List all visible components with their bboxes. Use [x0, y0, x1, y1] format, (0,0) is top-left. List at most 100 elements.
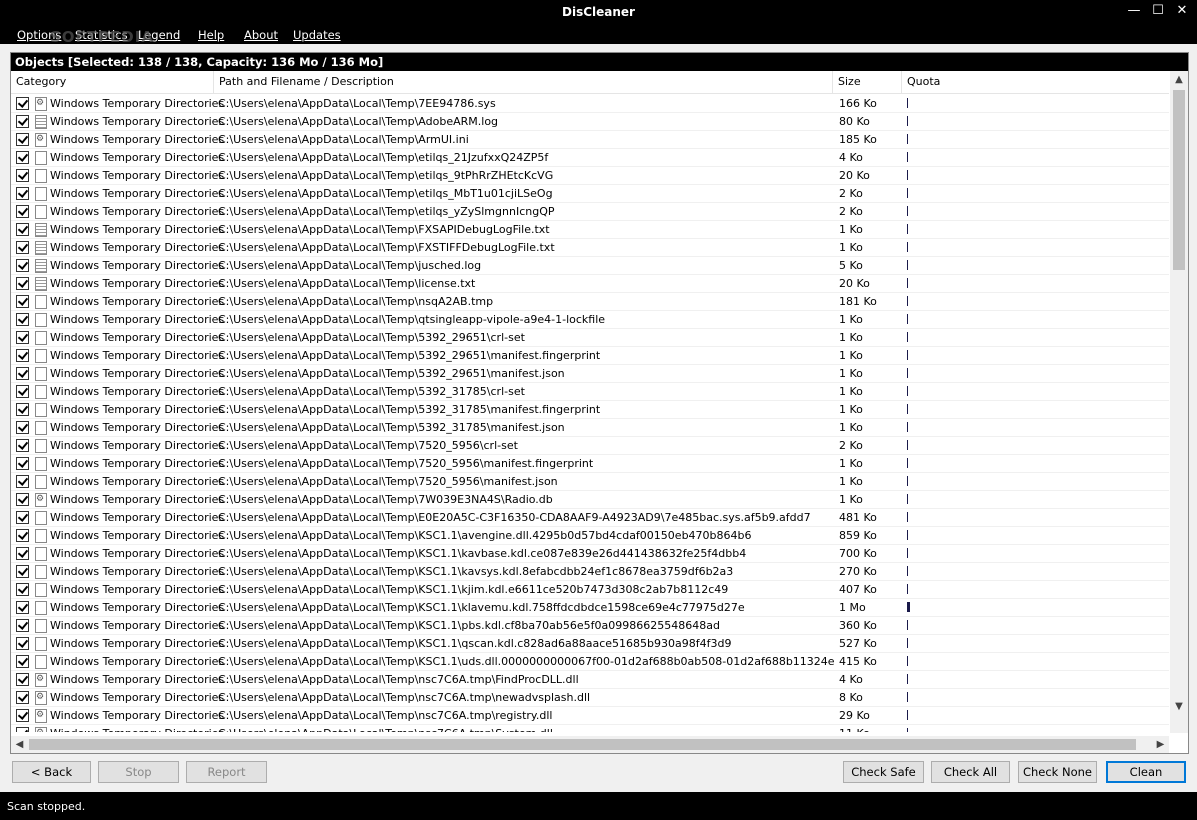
minimize-icon[interactable]: —: [1127, 3, 1141, 18]
title-bar: DisCleaner — ☐ ✕: [0, 0, 1197, 26]
table-row[interactable]: Windows Temporary DirectoriesC:\Users\el…: [11, 599, 1169, 617]
row-checkbox[interactable]: [16, 115, 29, 128]
row-checkbox[interactable]: [16, 403, 29, 416]
close-icon[interactable]: ✕: [1175, 3, 1189, 18]
table-row[interactable]: Windows Temporary DirectoriesC:\Users\el…: [11, 401, 1169, 419]
row-checkbox[interactable]: [16, 367, 29, 380]
table-row[interactable]: Windows Temporary DirectoriesC:\Users\el…: [11, 635, 1169, 653]
row-checkbox[interactable]: [16, 421, 29, 434]
table-row[interactable]: Windows Temporary DirectoriesC:\Users\el…: [11, 563, 1169, 581]
back-button[interactable]: < Back: [12, 761, 91, 783]
menu-help[interactable]: Help: [198, 28, 224, 42]
table-row[interactable]: Windows Temporary DirectoriesC:\Users\el…: [11, 545, 1169, 563]
table-row[interactable]: Windows Temporary DirectoriesC:\Users\el…: [11, 509, 1169, 527]
vertical-scrollbar[interactable]: ▲ ▼: [1170, 71, 1188, 733]
row-checkbox[interactable]: [16, 97, 29, 110]
row-checkbox[interactable]: [16, 187, 29, 200]
check-safe-button[interactable]: Check Safe: [843, 761, 924, 783]
table-row[interactable]: Windows Temporary DirectoriesC:\Users\el…: [11, 653, 1169, 671]
table-row[interactable]: Windows Temporary DirectoriesC:\Users\el…: [11, 581, 1169, 599]
table-row[interactable]: Windows Temporary DirectoriesC:\Users\el…: [11, 239, 1169, 257]
row-checkbox[interactable]: [16, 223, 29, 236]
row-checkbox[interactable]: [16, 583, 29, 596]
table-row[interactable]: Windows Temporary DirectoriesC:\Users\el…: [11, 131, 1169, 149]
row-checkbox[interactable]: [16, 475, 29, 488]
table-row[interactable]: Windows Temporary DirectoriesC:\Users\el…: [11, 617, 1169, 635]
row-checkbox[interactable]: [16, 511, 29, 524]
row-checkbox[interactable]: [16, 439, 29, 452]
row-checkbox[interactable]: [16, 331, 29, 344]
menu-about[interactable]: About: [244, 28, 278, 42]
report-button[interactable]: Report: [186, 761, 267, 783]
row-checkbox[interactable]: [16, 565, 29, 578]
table-row[interactable]: Windows Temporary DirectoriesC:\Users\el…: [11, 455, 1169, 473]
horizontal-scroll-thumb[interactable]: [29, 739, 1136, 750]
table-row[interactable]: Windows Temporary DirectoriesC:\Users\el…: [11, 113, 1169, 131]
column-path[interactable]: Path and Filename / Description: [214, 71, 833, 93]
table-row[interactable]: Windows Temporary DirectoriesC:\Users\el…: [11, 527, 1169, 545]
row-checkbox[interactable]: [16, 637, 29, 650]
table-row[interactable]: Windows Temporary DirectoriesC:\Users\el…: [11, 257, 1169, 275]
scroll-right-icon[interactable]: ▶: [1152, 736, 1169, 753]
check-none-button[interactable]: Check None: [1018, 761, 1097, 783]
file-icon: [35, 511, 47, 525]
table-row[interactable]: Windows Temporary DirectoriesC:\Users\el…: [11, 149, 1169, 167]
row-checkbox[interactable]: [16, 673, 29, 686]
column-size[interactable]: Size: [833, 71, 902, 93]
table-row[interactable]: Windows Temporary DirectoriesC:\Users\el…: [11, 725, 1169, 732]
row-checkbox[interactable]: [16, 619, 29, 632]
column-category[interactable]: Category: [11, 71, 214, 93]
row-checkbox[interactable]: [16, 313, 29, 326]
table-row[interactable]: Windows Temporary DirectoriesC:\Users\el…: [11, 347, 1169, 365]
row-checkbox[interactable]: [16, 691, 29, 704]
table-row[interactable]: Windows Temporary DirectoriesC:\Users\el…: [11, 419, 1169, 437]
clean-button[interactable]: Clean: [1106, 761, 1186, 783]
maximize-icon[interactable]: ☐: [1151, 3, 1165, 18]
row-checkbox[interactable]: [16, 151, 29, 164]
file-icon: [35, 115, 47, 129]
horizontal-scrollbar[interactable]: ◀ ▶: [11, 736, 1169, 753]
row-checkbox[interactable]: [16, 493, 29, 506]
table-row[interactable]: Windows Temporary DirectoriesC:\Users\el…: [11, 365, 1169, 383]
row-checkbox[interactable]: [16, 727, 29, 732]
row-checkbox[interactable]: [16, 205, 29, 218]
table-row[interactable]: Windows Temporary DirectoriesC:\Users\el…: [11, 671, 1169, 689]
table-row[interactable]: Windows Temporary DirectoriesC:\Users\el…: [11, 437, 1169, 455]
table-row[interactable]: Windows Temporary DirectoriesC:\Users\el…: [11, 473, 1169, 491]
table-row[interactable]: Windows Temporary DirectoriesC:\Users\el…: [11, 329, 1169, 347]
row-checkbox[interactable]: [16, 259, 29, 272]
table-row[interactable]: Windows Temporary DirectoriesC:\Users\el…: [11, 491, 1169, 509]
row-checkbox[interactable]: [16, 385, 29, 398]
stop-button[interactable]: Stop: [98, 761, 179, 783]
table-row[interactable]: Windows Temporary DirectoriesC:\Users\el…: [11, 293, 1169, 311]
row-checkbox[interactable]: [16, 601, 29, 614]
scroll-left-icon[interactable]: ◀: [11, 736, 28, 753]
check-all-button[interactable]: Check All: [931, 761, 1010, 783]
table-row[interactable]: Windows Temporary DirectoriesC:\Users\el…: [11, 383, 1169, 401]
row-checkbox[interactable]: [16, 277, 29, 290]
table-row[interactable]: Windows Temporary DirectoriesC:\Users\el…: [11, 311, 1169, 329]
row-checkbox[interactable]: [16, 709, 29, 722]
row-checkbox[interactable]: [16, 295, 29, 308]
row-checkbox[interactable]: [16, 241, 29, 254]
table-row[interactable]: Windows Temporary DirectoriesC:\Users\el…: [11, 95, 1169, 113]
table-row[interactable]: Windows Temporary DirectoriesC:\Users\el…: [11, 185, 1169, 203]
row-checkbox[interactable]: [16, 169, 29, 182]
row-checkbox[interactable]: [16, 529, 29, 542]
scroll-down-icon[interactable]: ▼: [1170, 698, 1188, 715]
row-checkbox[interactable]: [16, 457, 29, 470]
column-quota[interactable]: Quota: [902, 71, 1169, 93]
table-row[interactable]: Windows Temporary DirectoriesC:\Users\el…: [11, 707, 1169, 725]
table-row[interactable]: Windows Temporary DirectoriesC:\Users\el…: [11, 689, 1169, 707]
row-checkbox[interactable]: [16, 133, 29, 146]
table-row[interactable]: Windows Temporary DirectoriesC:\Users\el…: [11, 167, 1169, 185]
scroll-up-icon[interactable]: ▲: [1170, 71, 1188, 88]
vertical-scroll-thumb[interactable]: [1173, 90, 1185, 270]
table-row[interactable]: Windows Temporary DirectoriesC:\Users\el…: [11, 275, 1169, 293]
table-row[interactable]: Windows Temporary DirectoriesC:\Users\el…: [11, 203, 1169, 221]
row-checkbox[interactable]: [16, 655, 29, 668]
menu-updates[interactable]: Updates: [293, 28, 341, 42]
row-checkbox[interactable]: [16, 547, 29, 560]
row-checkbox[interactable]: [16, 349, 29, 362]
table-row[interactable]: Windows Temporary DirectoriesC:\Users\el…: [11, 221, 1169, 239]
